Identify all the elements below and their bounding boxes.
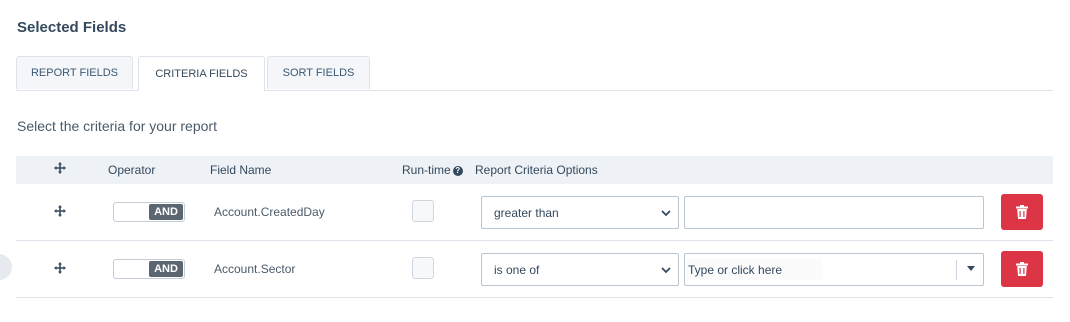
header-run-time-label: Run-time <box>402 163 451 177</box>
grid-header: Operator Field Name Run-time? Report Cri… <box>16 156 1053 184</box>
chevron-down-icon <box>661 267 671 274</box>
header-field-name: Field Name <box>210 163 272 177</box>
criteria-operator-select[interactable]: is one of <box>481 253 679 286</box>
move-icon <box>54 162 66 174</box>
operator-toggle[interactable]: AND <box>113 202 185 222</box>
field-name: Account.CreatedDay <box>214 205 325 219</box>
header-run-time: Run-time? <box>402 163 463 177</box>
combo-divider <box>956 260 957 280</box>
header-report-criteria-options: Report Criteria Options <box>475 163 598 177</box>
criteria-row: AND Account.Sector is one of <box>16 241 1053 298</box>
operator-toggle-label: AND <box>149 261 183 277</box>
delete-row-button[interactable] <box>1001 194 1043 230</box>
criteria-operator-select[interactable]: greater than <box>481 196 679 229</box>
caret-down-icon[interactable] <box>967 266 975 271</box>
criteria-row: AND Account.CreatedDay greater than <box>16 184 1053 241</box>
move-arrows-icon[interactable] <box>53 204 67 218</box>
operator-toggle-label: AND <box>149 204 183 220</box>
move-arrows-icon[interactable] <box>53 261 67 275</box>
operator-toggle[interactable]: AND <box>113 259 185 279</box>
tab-criteria-fields[interactable]: CRITERIA FIELDS <box>138 56 265 91</box>
trash-icon <box>1016 262 1028 276</box>
header-operator: Operator <box>108 163 156 177</box>
field-name: Account.Sector <box>214 262 296 276</box>
tab-sort-fields[interactable]: SORT FIELDS <box>267 56 370 89</box>
run-time-checkbox[interactable] <box>412 257 434 279</box>
chevron-down-icon <box>661 210 671 217</box>
criteria-value-combobox[interactable] <box>684 253 984 286</box>
criteria-value-input[interactable] <box>686 259 822 280</box>
criteria-operator-value: greater than <box>494 205 559 220</box>
trash-icon <box>1016 205 1028 219</box>
criteria-operator-value: is one of <box>494 262 540 277</box>
criteria-value-input[interactable] <box>684 196 984 229</box>
criteria-instructions: Select the criteria for your report <box>17 118 217 134</box>
delete-row-button[interactable] <box>1001 251 1043 287</box>
run-time-checkbox[interactable] <box>412 200 434 222</box>
tab-report-fields[interactable]: REPORT FIELDS <box>16 56 133 89</box>
edge-circle <box>0 254 12 280</box>
question-circle-icon[interactable]: ? <box>452 165 463 176</box>
tab-bar: REPORT FIELDS CRITERIA FIELDS SORT FIELD… <box>16 56 1053 91</box>
section-title: Selected Fields <box>17 19 127 36</box>
